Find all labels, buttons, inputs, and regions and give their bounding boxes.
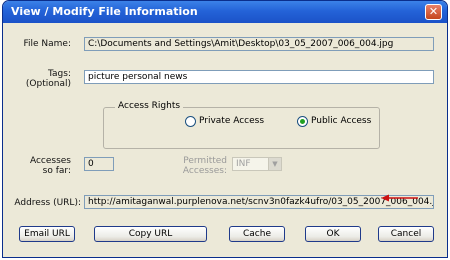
- dialog-window: View / Modify File Information ✕ File Na…: [2, 0, 448, 258]
- file-name-field[interactable]: C:\Documents and Settings\Amit\Desktop\0…: [84, 37, 434, 51]
- annotation-arrow-icon: [381, 194, 418, 202]
- cancel-button[interactable]: Cancel: [378, 226, 434, 242]
- public-access-label[interactable]: Public Access: [311, 116, 371, 126]
- private-access-radio[interactable]: [185, 116, 196, 127]
- copy-url-button[interactable]: Copy URL: [94, 226, 207, 242]
- permitted-accesses-label: Permitted Accesses:: [182, 156, 227, 176]
- private-access-label[interactable]: Private Access: [199, 116, 264, 126]
- title-bar[interactable]: View / Modify File Information ✕: [3, 1, 447, 23]
- file-name-label: File Name:: [23, 39, 71, 49]
- tags-label: Tags: (Optional): [25, 69, 71, 89]
- ok-button[interactable]: OK: [305, 226, 361, 242]
- public-access-radio[interactable]: [297, 116, 308, 127]
- accesses-field[interactable]: 0: [84, 157, 114, 171]
- window-title: View / Modify File Information: [11, 5, 198, 18]
- address-label: Address (URL):: [14, 198, 81, 208]
- radio-selected-dot: [300, 119, 305, 124]
- permitted-accesses-value: INF: [236, 159, 251, 169]
- email-url-button[interactable]: Email URL: [19, 226, 75, 242]
- cache-button[interactable]: Cache: [229, 226, 285, 242]
- close-icon: ✕: [428, 5, 439, 18]
- dialog-body: File Name: C:\Documents and Settings\Ami…: [7, 23, 443, 253]
- close-button[interactable]: ✕: [425, 4, 442, 20]
- access-rights-legend: Access Rights: [115, 101, 184, 111]
- accesses-label: Accesses so far:: [29, 156, 71, 176]
- tags-input[interactable]: picture personal news: [84, 70, 434, 84]
- chevron-down-icon[interactable]: ▼: [268, 158, 281, 170]
- access-rights-group: [103, 107, 380, 149]
- permitted-accesses-select[interactable]: INF ▼: [232, 157, 282, 171]
